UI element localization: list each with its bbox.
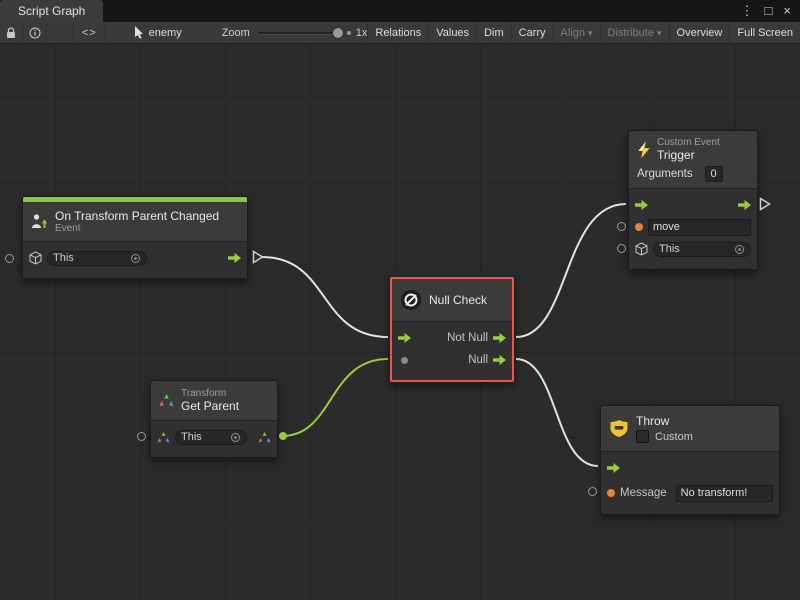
- tab-script-graph[interactable]: Script Graph: [0, 0, 103, 22]
- align-button[interactable]: Align▾: [553, 22, 600, 44]
- graph-name-label: enemy: [149, 27, 182, 39]
- node-throw[interactable]: Throw Custom Message No transform!: [600, 405, 780, 515]
- arguments-field[interactable]: 0: [705, 166, 723, 182]
- node-title: On Transform Parent Changed: [55, 209, 219, 223]
- kebab-menu-icon[interactable]: ⋮: [741, 0, 754, 22]
- trigger-name-port[interactable]: [617, 222, 626, 231]
- cursor-icon: [134, 26, 144, 39]
- throw-message-port[interactable]: [588, 487, 597, 496]
- chevron-down-icon: ▾: [657, 28, 662, 38]
- maximize-icon[interactable]: □: [765, 0, 773, 22]
- node-title: Trigger: [657, 148, 720, 162]
- wire-notnull-to-trigger[interactable]: [516, 204, 626, 337]
- object-picker-icon: [734, 244, 745, 255]
- event-flow-output-port[interactable]: [252, 250, 264, 264]
- flow-output-port-icon[interactable]: [228, 253, 241, 263]
- throw-icon: [609, 420, 629, 437]
- string-input-port[interactable]: [607, 489, 615, 497]
- align-label: Align: [561, 27, 585, 39]
- flow-output-port-icon[interactable]: [738, 200, 751, 210]
- graph-canvas[interactable]: On Transform Parent Changed Event This N…: [0, 44, 800, 600]
- lock-button[interactable]: [0, 22, 23, 44]
- message-field[interactable]: No transform!: [676, 485, 773, 502]
- flow-output-port-icon[interactable]: [493, 333, 506, 343]
- values-button[interactable]: Values: [428, 22, 476, 44]
- zoom-value: 1x: [356, 27, 368, 39]
- gameobject-cube-icon: [29, 251, 42, 265]
- zoom-label: Zoom: [222, 27, 250, 39]
- this-dropdown[interactable]: This: [653, 242, 751, 257]
- custom-event-icon: [637, 141, 651, 159]
- zoom-slider-end-dot: [347, 31, 351, 35]
- this-dropdown-label: This: [53, 252, 74, 264]
- chevron-down-icon: ▾: [588, 28, 593, 38]
- arguments-label: Arguments: [637, 168, 693, 180]
- lock-icon: [6, 27, 16, 39]
- node-title: Null Check: [429, 293, 487, 307]
- dim-button[interactable]: Dim: [476, 22, 511, 44]
- node-category: Transform: [181, 388, 239, 399]
- trigger-target-port[interactable]: [617, 244, 626, 253]
- this-dropdown[interactable]: This: [175, 430, 247, 445]
- not-null-label: Not Null: [447, 332, 488, 344]
- this-dropdown-label: This: [659, 243, 680, 255]
- object-picker-icon: [130, 253, 141, 264]
- zoom-slider[interactable]: [258, 22, 340, 44]
- trigger-flow-output-port[interactable]: [759, 197, 771, 211]
- wire-event-to-nullcheck[interactable]: [262, 257, 388, 337]
- wire-null-to-throw[interactable]: [516, 359, 598, 466]
- fullscreen-button[interactable]: Full Screen: [729, 22, 800, 44]
- message-label: Message: [620, 487, 667, 499]
- node-get-parent[interactable]: Transform Get Parent This: [150, 380, 278, 458]
- info-button[interactable]: [23, 22, 46, 44]
- distribute-button[interactable]: Distribute▾: [600, 22, 669, 44]
- flow-input-port-icon[interactable]: [635, 200, 648, 210]
- flow-output-port-icon[interactable]: [493, 355, 506, 365]
- value-input-port[interactable]: [401, 357, 408, 364]
- window-tab-bar: Script Graph ⋮ □ ×: [0, 0, 800, 22]
- flow-input-port-icon[interactable]: [398, 333, 411, 343]
- flow-input-port-icon[interactable]: [607, 463, 620, 473]
- node-trigger-custom-event[interactable]: Custom Event Trigger Arguments 0 move: [628, 130, 758, 270]
- wire-getparent-to-nullcheck[interactable]: [282, 359, 388, 436]
- this-dropdown[interactable]: This: [47, 251, 147, 266]
- code-view-button[interactable]: <>: [73, 22, 106, 44]
- info-icon: [29, 27, 41, 39]
- getparent-output-connected-port[interactable]: [279, 432, 287, 440]
- node-null-check[interactable]: Null Check Not Null Null: [390, 277, 514, 382]
- graph-toolbar: <> enemy Zoom 1x Relations Values Dim Ca…: [0, 22, 800, 44]
- transform-icon: [157, 432, 170, 443]
- event-target-port[interactable]: [5, 254, 14, 263]
- distribute-label: Distribute: [608, 27, 654, 39]
- getparent-target-port[interactable]: [137, 432, 146, 441]
- gameobject-cube-icon: [635, 242, 648, 256]
- custom-checkbox-label: Custom: [655, 431, 693, 443]
- node-title: Get Parent: [181, 399, 239, 413]
- event-name-field[interactable]: move: [648, 219, 751, 236]
- transform-icon: [159, 394, 174, 407]
- overview-button[interactable]: Overview: [669, 22, 730, 44]
- node-category: Custom Event: [657, 137, 720, 148]
- null-check-icon: [400, 289, 422, 311]
- node-on-transform-parent-changed[interactable]: On Transform Parent Changed Event This: [22, 196, 248, 279]
- zoom-slider-handle[interactable]: [332, 27, 344, 39]
- this-dropdown-label: This: [181, 431, 202, 443]
- node-subtitle: Event: [55, 223, 219, 234]
- transform-parent-changed-icon: [31, 214, 48, 229]
- graph-breadcrumb[interactable]: enemy: [128, 22, 188, 44]
- relations-button[interactable]: Relations: [367, 22, 428, 44]
- close-icon[interactable]: ×: [783, 0, 791, 22]
- zoom-slider-track: [258, 32, 340, 35]
- object-picker-icon: [230, 432, 241, 443]
- null-label: Null: [468, 354, 488, 366]
- custom-checkbox[interactable]: [636, 430, 649, 443]
- window-controls: ⋮ □ ×: [741, 0, 800, 22]
- transform-output-port-icon[interactable]: [258, 432, 271, 443]
- string-input-port[interactable]: [635, 223, 643, 231]
- carry-button[interactable]: Carry: [511, 22, 553, 44]
- node-title: Throw: [636, 414, 693, 428]
